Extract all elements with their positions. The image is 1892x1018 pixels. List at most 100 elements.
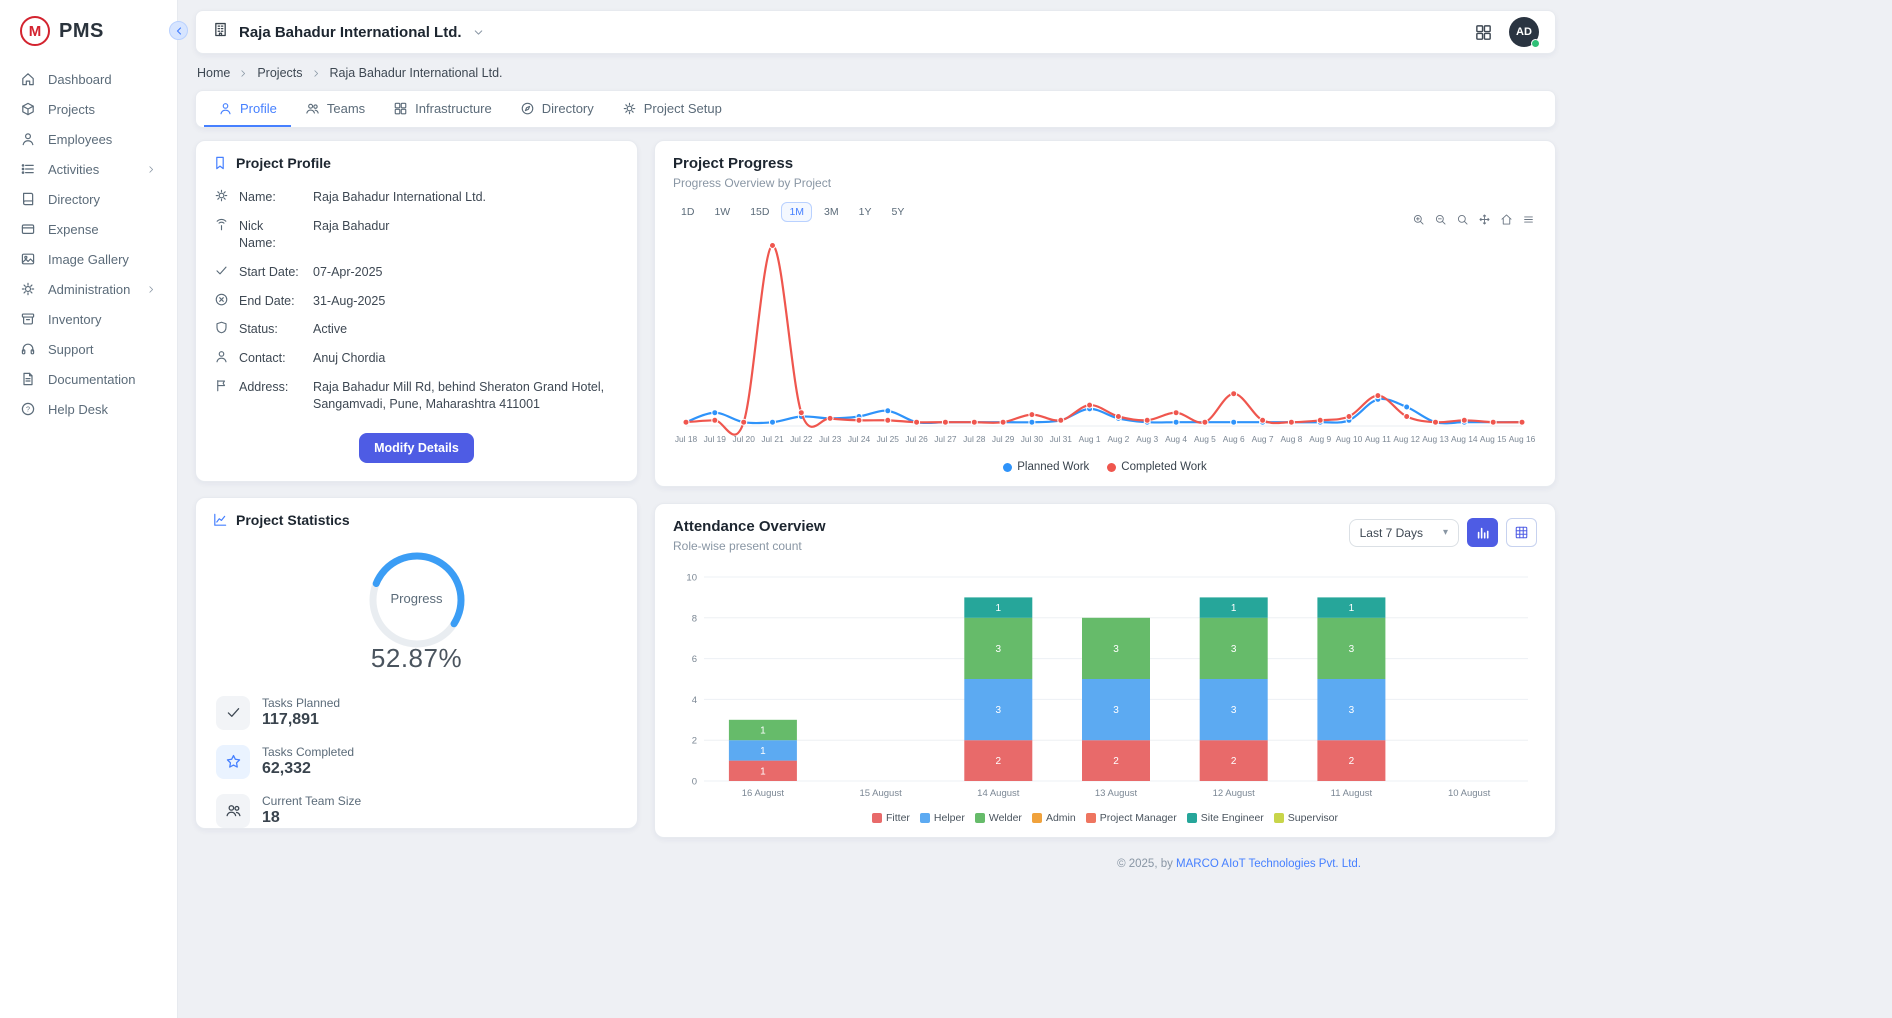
headset-icon bbox=[20, 341, 36, 357]
profile-fields: Name:Raja Bahadur International Ltd.Nick… bbox=[212, 183, 621, 419]
line-chart-legend: Planned Work Completed Work bbox=[673, 454, 1537, 476]
sidebar-item-employees[interactable]: Employees bbox=[0, 124, 177, 154]
stat-value: 117,891 bbox=[262, 711, 340, 729]
modify-details-button[interactable]: Modify Details bbox=[359, 433, 474, 463]
range-button-1m[interactable]: 1M bbox=[781, 202, 812, 222]
sidebar-item-administration[interactable]: Administration bbox=[0, 274, 177, 304]
tab-infrastructure[interactable]: Infrastructure bbox=[379, 91, 506, 127]
legend-item-helper[interactable]: Helper bbox=[920, 812, 965, 824]
tab-project-setup[interactable]: Project Setup bbox=[608, 91, 736, 127]
company-selector[interactable]: Raja Bahadur International Ltd. bbox=[212, 21, 485, 43]
range-button-1y[interactable]: 1Y bbox=[851, 202, 880, 222]
app-logo[interactable]: M PMS bbox=[0, 12, 177, 64]
gear-icon bbox=[214, 188, 229, 203]
left-column: Project Profile Name:Raja Bahadur Intern… bbox=[195, 140, 638, 880]
user-avatar[interactable]: AD bbox=[1509, 17, 1539, 47]
profile-field-contact: Contact:Anuj Chordia bbox=[212, 344, 621, 373]
flag-icon bbox=[214, 378, 229, 393]
svg-text:1: 1 bbox=[760, 726, 766, 737]
range-button-5y[interactable]: 5Y bbox=[883, 202, 912, 222]
range-button-15d[interactable]: 15D bbox=[742, 202, 777, 222]
sidebar-item-activities[interactable]: Activities bbox=[0, 154, 177, 184]
field-label: End Date: bbox=[239, 293, 303, 310]
sidebar-item-image-gallery[interactable]: Image Gallery bbox=[0, 244, 177, 274]
magnifier-icon bbox=[1456, 213, 1469, 226]
sidebar-collapse-button[interactable] bbox=[169, 21, 188, 40]
tab-profile[interactable]: Profile bbox=[204, 91, 291, 127]
legend-item-project-manager[interactable]: Project Manager bbox=[1086, 812, 1177, 824]
check-icon bbox=[214, 263, 229, 278]
toolbar-menu-button[interactable] bbox=[1522, 213, 1535, 226]
grid4-icon bbox=[1474, 23, 1493, 42]
svg-text:Jul 25: Jul 25 bbox=[877, 434, 900, 444]
svg-text:Jul 22: Jul 22 bbox=[790, 434, 813, 444]
toolbar-pan-button[interactable] bbox=[1478, 213, 1491, 226]
sidebar-item-documentation[interactable]: Documentation bbox=[0, 364, 177, 394]
avatar-initials: AD bbox=[1516, 26, 1532, 38]
range-button-3m[interactable]: 3M bbox=[816, 202, 847, 222]
tab-teams[interactable]: Teams bbox=[291, 91, 379, 127]
sidebar-item-projects[interactable]: Projects bbox=[0, 94, 177, 124]
legend-item-welder[interactable]: Welder bbox=[975, 812, 1022, 824]
breadcrumb-separator-icon bbox=[311, 68, 322, 79]
stat-label: Tasks Planned bbox=[262, 696, 340, 710]
list-icon bbox=[20, 161, 36, 177]
sidebar-item-expense[interactable]: Expense bbox=[0, 214, 177, 244]
gear-icon bbox=[20, 281, 36, 297]
progress-line-chart[interactable]: Jul 18Jul 19Jul 20Jul 21Jul 22Jul 23Jul … bbox=[673, 222, 1537, 454]
svg-text:3: 3 bbox=[1231, 705, 1237, 716]
apps-grid-button[interactable] bbox=[1474, 23, 1493, 42]
svg-text:Aug 13: Aug 13 bbox=[1422, 434, 1449, 444]
sidebar-item-help-desk[interactable]: ?Help Desk bbox=[0, 394, 177, 424]
table-view-toggle[interactable] bbox=[1506, 518, 1537, 547]
tab-directory[interactable]: Directory bbox=[506, 91, 608, 127]
svg-text:Jul 23: Jul 23 bbox=[819, 434, 842, 444]
range-button-1w[interactable]: 1W bbox=[706, 202, 738, 222]
bar-view-toggle[interactable] bbox=[1467, 518, 1498, 547]
sidebar-item-label: Inventory bbox=[48, 312, 157, 327]
legend-item-admin[interactable]: Admin bbox=[1032, 812, 1076, 824]
attendance-bar-chart[interactable]: 024681016 August11115 August14 August233… bbox=[673, 567, 1537, 805]
sidebar-item-inventory[interactable]: Inventory bbox=[0, 304, 177, 334]
logo-icon: M bbox=[20, 16, 50, 46]
profile-field-status: Status:Active bbox=[212, 315, 621, 344]
legend-item-planned-work[interactable]: Planned Work bbox=[1003, 461, 1089, 473]
attendance-header: Attendance Overview Role-wise present co… bbox=[673, 518, 1537, 553]
svg-text:11 August: 11 August bbox=[1331, 788, 1373, 799]
chevron-right-icon bbox=[311, 68, 322, 79]
zoom-out-icon bbox=[1434, 213, 1447, 226]
footer-link[interactable]: MARCO AIoT Technologies Pvt. Ltd. bbox=[1176, 858, 1361, 870]
svg-text:Aug 9: Aug 9 bbox=[1309, 434, 1331, 444]
sidebar-item-label: Help Desk bbox=[48, 402, 157, 417]
svg-text:10 August: 10 August bbox=[1448, 788, 1491, 799]
sidebar-item-dashboard[interactable]: Dashboard bbox=[0, 64, 177, 94]
profile-field-start-date: Start Date:07-Apr-2025 bbox=[212, 258, 621, 287]
bar-chart-icon bbox=[1475, 525, 1491, 541]
toolbar-home2-button[interactable] bbox=[1500, 213, 1513, 226]
sidebar-item-support[interactable]: Support bbox=[0, 334, 177, 364]
legend-item-supervisor[interactable]: Supervisor bbox=[1274, 812, 1338, 824]
range-button-1d[interactable]: 1D bbox=[673, 202, 702, 222]
sidebar: M PMS DashboardProjectsEmployeesActiviti… bbox=[0, 0, 178, 1018]
toolbar-zoom-in-button[interactable] bbox=[1412, 213, 1425, 226]
legend-item-completed-work[interactable]: Completed Work bbox=[1107, 461, 1206, 473]
breadcrumb-item-home[interactable]: Home bbox=[197, 66, 230, 80]
attendance-title: Attendance Overview bbox=[673, 518, 826, 535]
doc-icon bbox=[20, 371, 36, 387]
progress-card-subtitle: Progress Overview by Project bbox=[673, 176, 1537, 190]
profile-field-nick-name: Nick Name:Raja Bahadur bbox=[212, 212, 621, 258]
content-row: Project Profile Name:Raja Bahadur Intern… bbox=[195, 140, 1556, 880]
legend-item-site-engineer[interactable]: Site Engineer bbox=[1187, 812, 1264, 824]
stats-card-title-text: Project Statistics bbox=[236, 512, 350, 528]
svg-text:14 August: 14 August bbox=[977, 788, 1020, 799]
svg-text:Aug 11: Aug 11 bbox=[1365, 434, 1391, 444]
legend-item-fitter[interactable]: Fitter bbox=[872, 812, 910, 824]
sidebar-item-directory[interactable]: Directory bbox=[0, 184, 177, 214]
toolbar-zoom-out-button[interactable] bbox=[1434, 213, 1447, 226]
date-range-select[interactable]: Last 7 Days ▾ bbox=[1349, 519, 1459, 547]
field-value: Anuj Chordia bbox=[313, 350, 619, 367]
box-icon bbox=[20, 101, 36, 117]
home-icon bbox=[20, 71, 36, 87]
toolbar-magnifier-button[interactable] bbox=[1456, 213, 1469, 226]
breadcrumb-item-projects[interactable]: Projects bbox=[257, 66, 302, 80]
